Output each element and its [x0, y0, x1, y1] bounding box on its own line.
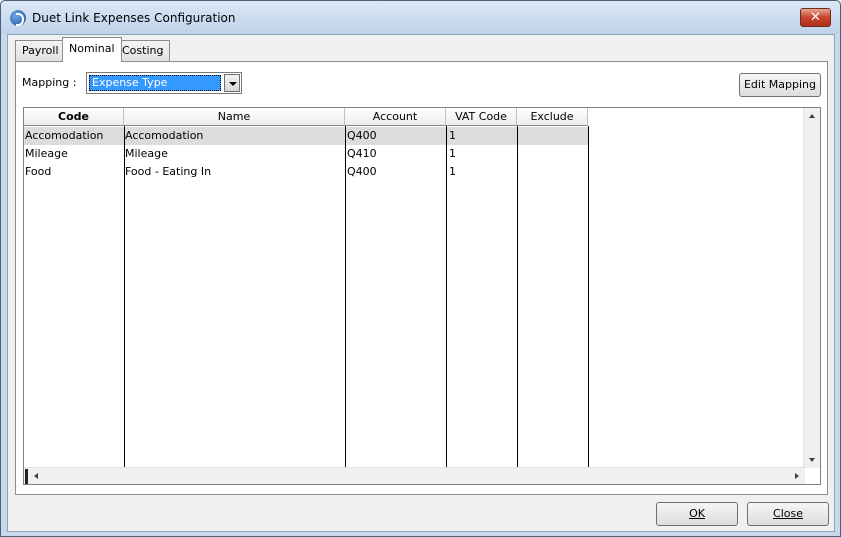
close-button[interactable]: Close	[747, 502, 829, 526]
column-header-code[interactable]: Code	[24, 108, 124, 126]
mapping-dropdown-value: Expense Type	[89, 75, 221, 91]
ok-button[interactable]: OK	[656, 502, 738, 526]
edit-mapping-button[interactable]: Edit Mapping	[739, 73, 821, 97]
cell-code: Accomodation	[25, 129, 104, 142]
cell-name: Food - Eating In	[125, 165, 212, 178]
scroll-down-icon[interactable]	[809, 458, 815, 462]
cell-account: Q400	[347, 129, 377, 142]
tab-payroll[interactable]: Payroll	[15, 40, 66, 61]
dialog-window: Duet Link Expenses Configuration ✕ Payro…	[0, 0, 841, 537]
cell-vat-code: 1	[449, 165, 456, 178]
nominal-tab-panel: Mapping : Expense Type Edit Mapping Code…	[15, 61, 828, 495]
horizontal-scrollbar[interactable]	[24, 467, 805, 484]
column-divider	[345, 126, 346, 468]
cell-name: Mileage	[125, 147, 168, 160]
cell-code: Mileage	[25, 147, 68, 160]
title-bar[interactable]: Duet Link Expenses Configuration ✕	[1, 1, 840, 34]
cell-account: Q410	[347, 147, 377, 160]
expense-mapping-grid[interactable]: Code Name Account VAT Code Exclude Accom…	[23, 107, 821, 485]
column-header-account[interactable]: Account	[345, 108, 446, 126]
column-divider	[124, 126, 125, 468]
scroll-thumb[interactable]	[25, 469, 28, 484]
column-divider	[588, 126, 589, 468]
scroll-left-icon[interactable]	[34, 473, 38, 479]
mapping-label: Mapping :	[22, 76, 77, 89]
tab-costing[interactable]: Costing	[115, 40, 171, 61]
chevron-down-icon[interactable]	[224, 74, 240, 92]
window-title: Duet Link Expenses Configuration	[32, 11, 236, 25]
column-header-vat-code[interactable]: VAT Code	[446, 108, 517, 126]
tab-nominal[interactable]: Nominal	[62, 37, 122, 62]
column-divider	[446, 126, 447, 468]
cell-vat-code: 1	[449, 147, 456, 160]
cell-code: Food	[25, 165, 52, 178]
dialog-client-area: Payroll Nominal Costing Mapping : Expens…	[7, 34, 835, 532]
cell-name: Accomodation	[125, 129, 204, 142]
mapping-dropdown[interactable]: Expense Type	[86, 72, 242, 94]
column-divider	[517, 126, 518, 468]
scroll-right-icon[interactable]	[795, 473, 799, 479]
column-header-name[interactable]: Name	[124, 108, 345, 126]
cell-account: Q400	[347, 165, 377, 178]
duet-app-icon	[10, 10, 26, 26]
column-header-exclude[interactable]: Exclude	[517, 108, 588, 126]
table-row[interactable]: Food Food - Eating In Q400 1	[24, 163, 589, 181]
scroll-up-icon[interactable]	[809, 114, 815, 118]
table-row[interactable]: Mileage Mileage Q410 1	[24, 145, 589, 163]
window-close-button[interactable]: ✕	[800, 8, 831, 27]
vertical-scrollbar[interactable]	[803, 108, 820, 468]
cell-vat-code: 1	[449, 129, 456, 142]
table-row[interactable]: Accomodation Accomodation Q400 1	[24, 127, 589, 145]
